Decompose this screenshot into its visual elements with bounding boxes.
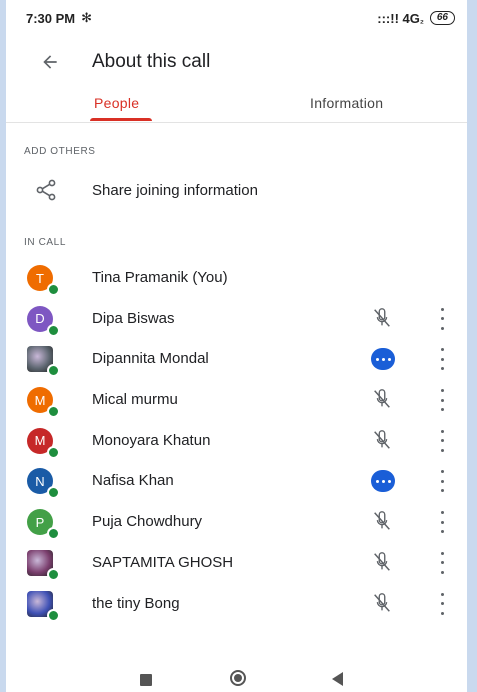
- participant-row[interactable]: SAPTAMITA GHOSH: [6, 543, 467, 584]
- presence-indicator: [47, 405, 60, 419]
- participant-row[interactable]: N Nafisa Khan: [6, 461, 467, 502]
- participant-row[interactable]: P Puja Chowdhury: [6, 502, 467, 543]
- status-bar: 7:30 PM ✻ :::!! 4G₂ 66: [6, 0, 467, 36]
- participant-row[interactable]: M Mical murmu: [6, 380, 467, 421]
- more-options-icon[interactable]: [438, 470, 446, 493]
- participant-row[interactable]: the tiny Bong: [6, 584, 467, 625]
- page-title: About this call: [92, 51, 211, 72]
- participant-row[interactable]: D Dipa Biswas: [6, 299, 467, 340]
- avatar-initial: M: [34, 433, 46, 449]
- active-tab-indicator: [90, 118, 152, 121]
- mic-off-icon: [371, 592, 393, 614]
- participant-name: Tina Pramanik (You): [92, 269, 228, 286]
- mic-off-icon: [371, 307, 393, 329]
- avatar-initial: T: [36, 270, 44, 286]
- more-options-icon[interactable]: [438, 429, 446, 452]
- avatar-initial: N: [35, 473, 45, 489]
- participant-name: SAPTAMITA GHOSH: [92, 553, 234, 571]
- presence-indicator: [47, 527, 60, 541]
- presence-indicator: [47, 445, 60, 459]
- presence-indicator: [47, 608, 60, 622]
- status-time: 7:30 PM: [26, 10, 76, 26]
- more-options-icon[interactable]: [438, 592, 446, 615]
- more-options-icon[interactable]: [438, 307, 446, 330]
- participant-name: Puja Chowdhury: [92, 513, 203, 531]
- participant-name: Dipannita Mondal: [92, 350, 209, 368]
- system-nav-bar: [6, 668, 467, 692]
- arrow-left-icon: [43, 55, 57, 69]
- bluetooth-icon: ✻: [81, 10, 93, 25]
- presence-indicator: [47, 283, 60, 296]
- participant-name: the tiny Bong: [92, 594, 180, 612]
- participant-name: Nafisa Khan: [92, 472, 174, 490]
- participant-name: Mical murmu: [92, 391, 178, 409]
- avatar-initial: M: [34, 392, 46, 408]
- tab-people[interactable]: People: [94, 84, 139, 122]
- battery-level: 66: [436, 12, 448, 23]
- participant-name: Dipa Biswas: [92, 309, 175, 327]
- more-options-icon[interactable]: [438, 389, 446, 412]
- app-bar: About this call: [6, 40, 467, 84]
- share-label: Share joining information: [92, 181, 258, 199]
- mic-off-icon: [371, 551, 393, 573]
- more-options-icon[interactable]: [438, 551, 446, 574]
- more-options-icon[interactable]: [438, 511, 446, 534]
- share-icon: [36, 179, 56, 201]
- presence-indicator: [47, 323, 60, 337]
- share-joining-info-button[interactable]: Share joining information: [6, 170, 467, 210]
- status-right: :::!! 4G₂ 66: [377, 11, 455, 26]
- battery-icon: 66: [429, 11, 455, 25]
- back-button[interactable]: [30, 42, 70, 82]
- mic-off-icon: [371, 388, 393, 410]
- home-circle-icon[interactable]: [230, 670, 246, 686]
- participant-list: T Tina Pramanik (You) D Dipa Biswas Dipannit…: [6, 258, 467, 624]
- presence-indicator: [47, 364, 60, 378]
- nav-back-triangle-icon[interactable]: [332, 672, 343, 686]
- tab-bar: People Information: [6, 84, 467, 123]
- participant-row[interactable]: Dipannita Mondal: [6, 339, 467, 380]
- avatar-initial: P: [35, 514, 45, 530]
- speaking-indicator-icon: [371, 470, 395, 493]
- participant-row[interactable]: M Monoyara Khatun: [6, 421, 467, 462]
- signal-icon: :::!! 4G₂: [377, 11, 424, 26]
- recents-square-icon[interactable]: [140, 674, 152, 686]
- presence-indicator: [47, 567, 60, 581]
- status-left: 7:30 PM ✻: [26, 10, 92, 26]
- section-label-add-others: ADD OTHERS: [24, 146, 96, 157]
- more-options-icon[interactable]: [438, 348, 446, 371]
- tab-information[interactable]: Information: [310, 84, 383, 122]
- participant-row[interactable]: T Tina Pramanik (You): [6, 258, 467, 299]
- mic-off-icon: [371, 429, 393, 451]
- speaking-indicator-icon: [371, 348, 395, 371]
- section-label-in-call: IN CALL: [24, 237, 66, 248]
- signal-text: :::!! 4G: [377, 10, 420, 26]
- screen: 7:30 PM ✻ :::!! 4G₂ 66 About this call P…: [6, 0, 467, 692]
- avatar-initial: D: [35, 311, 45, 327]
- presence-indicator: [47, 486, 60, 500]
- network-badge: ₂: [419, 14, 424, 25]
- participant-name: Monoyara Khatun: [92, 431, 211, 449]
- mic-off-icon: [371, 510, 393, 532]
